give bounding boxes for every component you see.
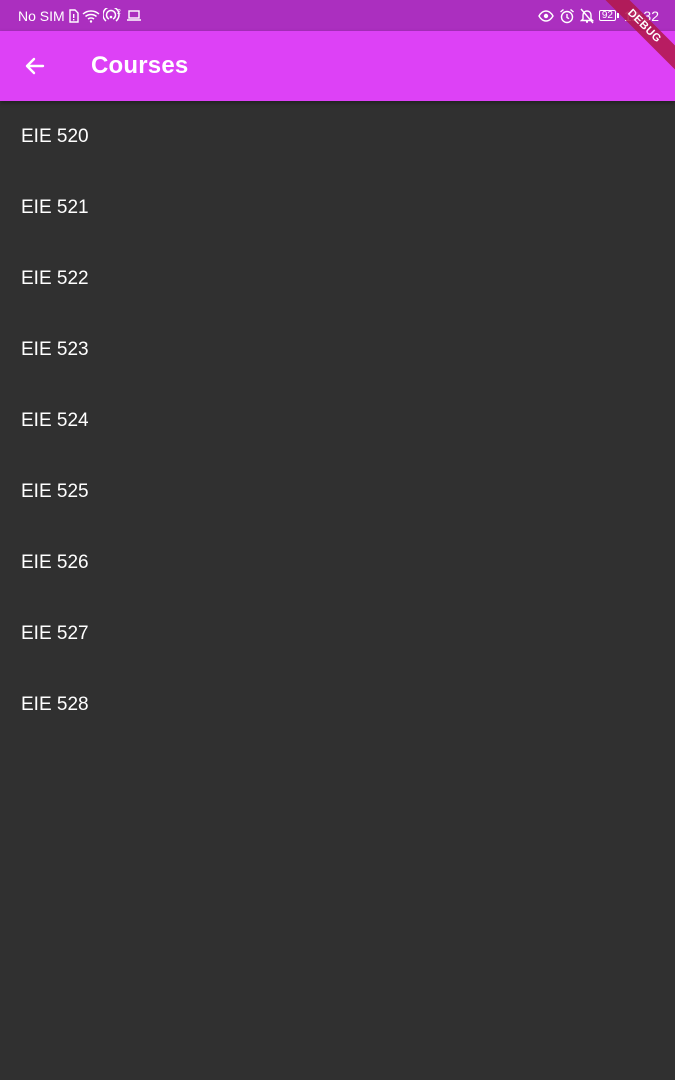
- course-label: EIE 523: [21, 338, 89, 360]
- laptop-icon: [126, 9, 142, 22]
- course-label: EIE 527: [21, 622, 89, 644]
- course-label: EIE 521: [21, 196, 89, 218]
- status-right: 92 12:32: [538, 0, 659, 31]
- course-label: EIE 524: [21, 409, 89, 431]
- carrier-text: No SIM: [18, 7, 65, 24]
- clock-text: 12:32: [623, 7, 659, 24]
- arrow-back-icon: [25, 57, 45, 75]
- course-list-item[interactable]: EIE 524: [0, 385, 675, 456]
- course-label: EIE 526: [21, 551, 89, 573]
- status-left: No SIM 2: [18, 0, 142, 31]
- battery-icon: 92: [598, 10, 619, 21]
- course-list-item[interactable]: EIE 522: [0, 243, 675, 314]
- back-button[interactable]: [14, 45, 56, 87]
- course-list-item[interactable]: EIE 520: [0, 101, 675, 172]
- app-bar: Courses: [0, 31, 675, 101]
- sim-icon: [68, 8, 79, 23]
- course-list-item[interactable]: EIE 523: [0, 314, 675, 385]
- hotspot-icon: 2: [102, 7, 123, 24]
- course-list-item[interactable]: EIE 525: [0, 456, 675, 527]
- course-list-item[interactable]: EIE 526: [0, 527, 675, 598]
- eye-icon: [538, 9, 554, 22]
- course-label: EIE 522: [21, 267, 89, 289]
- course-list-item[interactable]: EIE 521: [0, 172, 675, 243]
- course-label: EIE 520: [21, 125, 89, 147]
- battery-level: 92: [598, 10, 616, 21]
- wifi-icon: [82, 9, 100, 23]
- alarm-icon: [559, 8, 575, 24]
- course-list-item[interactable]: EIE 527: [0, 598, 675, 669]
- svg-text:2: 2: [117, 9, 121, 16]
- course-label: EIE 525: [21, 480, 89, 502]
- page-title: Courses: [91, 52, 189, 79]
- bell-off-icon: [579, 8, 594, 24]
- course-list-item[interactable]: EIE 528: [0, 669, 675, 740]
- course-label: EIE 528: [21, 693, 89, 715]
- status-bar: No SIM 2 92 12:32: [0, 0, 675, 31]
- course-list: EIE 520 EIE 521 EIE 522 EIE 523 EIE 524 …: [0, 101, 675, 740]
